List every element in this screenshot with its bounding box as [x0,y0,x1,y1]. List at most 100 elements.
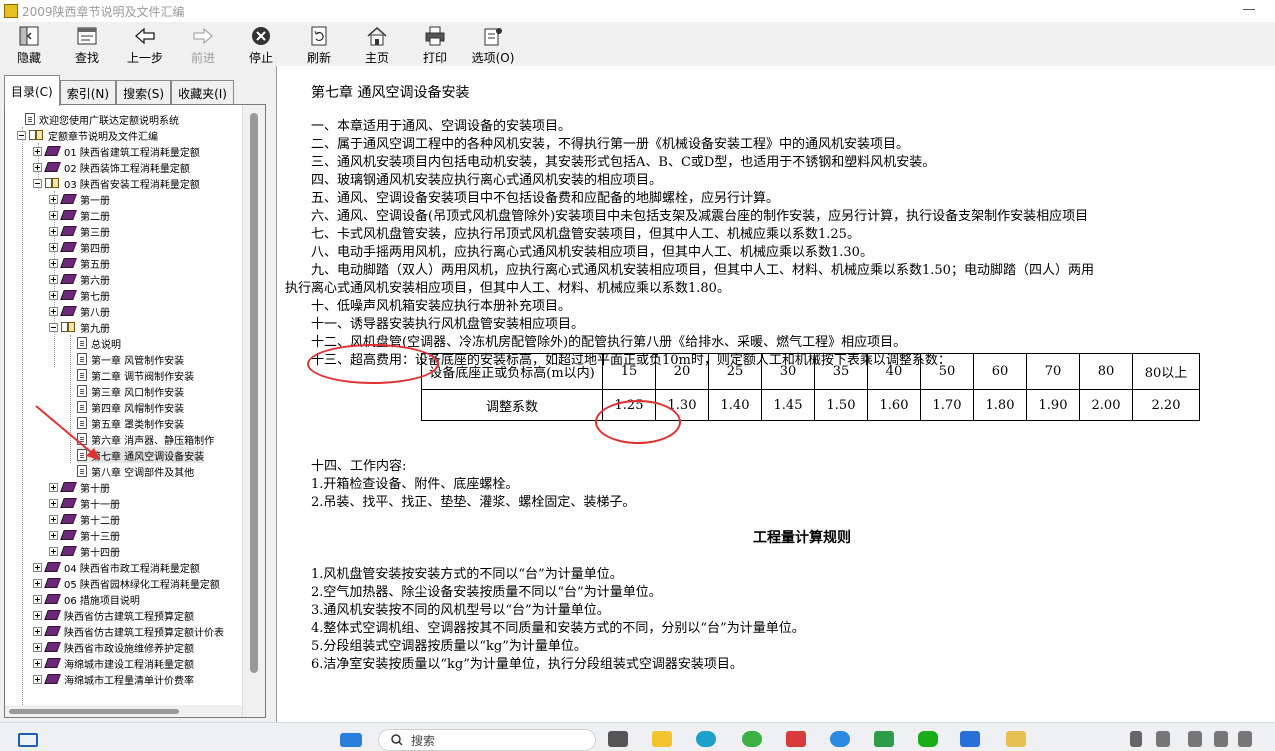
tree-item-volume-12[interactable]: 第十二册 [49,511,120,527]
tree-item-chapter-4[interactable]: 第四章 风帽制作安装 [77,399,184,415]
tree-item-welcome[interactable]: 欢迎您使用广联达定额说明系统 [25,111,179,127]
tree-item-sponge-city-rates[interactable]: 海绵城市工程量清单计价费率 [33,671,194,687]
app-icon[interactable] [830,731,850,747]
expand-icon[interactable] [33,610,42,620]
options-button[interactable]: 选项(O) [464,22,522,66]
wechat-icon[interactable] [918,731,938,747]
scroll-thumb[interactable] [9,709,179,714]
tree-item-root[interactable]: 定额章节说明及文件汇编 [17,127,158,143]
collapse-icon[interactable] [33,178,42,188]
tree-item-volume-10[interactable]: 第十册 [49,479,110,495]
expand-icon[interactable] [49,498,58,508]
tree-item-volume-9[interactable]: 第九册 [49,319,110,335]
expand-icon[interactable] [49,194,58,204]
back-button[interactable]: 上一步 [116,22,174,66]
widgets-icon[interactable] [18,733,38,747]
tree-item-06[interactable]: 06 措施项目说明 [33,591,140,607]
expand-icon[interactable] [33,146,42,156]
tree-item-chapter-1[interactable]: 第一章 风管制作安装 [77,351,184,367]
tree-item-antique-pricing[interactable]: 陕西省仿古建筑工程预算定额计价表 [33,623,224,639]
expand-icon[interactable] [33,162,42,172]
stop-button[interactable]: 停止 [232,22,290,66]
tree-item-volume-4[interactable]: 第四册 [49,239,110,255]
tree-item-volume-13[interactable]: 第十三册 [49,527,120,543]
minimize-button[interactable] [1243,9,1255,10]
tree-item-sponge-city[interactable]: 海绵城市建设工程消耗量定额 [33,655,194,671]
hide-button[interactable]: 隐藏 [0,22,58,66]
tree-item-volume-14[interactable]: 第十四册 [49,543,120,559]
clause-12: 十二、风机盘管(空调器、冷冻机房配管除外)的配管执行第八册《给排水、采暖、燃气工… [311,335,907,350]
expand-icon[interactable] [49,514,58,524]
tree-item-volume-1[interactable]: 第一册 [49,191,110,207]
print-button[interactable]: 打印 [406,22,464,66]
tree-item-02[interactable]: 02 陕西装饰工程消耗量定额 [33,159,190,175]
tree-item-volume-11[interactable]: 第十一册 [49,495,120,511]
app-icon[interactable] [874,731,894,747]
tree-item-volume-6[interactable]: 第六册 [49,271,110,287]
expand-icon[interactable] [49,242,58,252]
tree-item-03[interactable]: 03 陕西省安装工程消耗量定额 [33,175,200,191]
tree-item-chapter-6[interactable]: 第六章 消声器、静压箱制作 [77,431,214,447]
collapse-icon[interactable] [17,130,26,140]
scroll-thumb[interactable] [250,113,258,673]
tree-item-volume-3[interactable]: 第三册 [49,223,110,239]
start-icon[interactable] [340,733,362,747]
expand-icon[interactable] [33,578,42,588]
tab-index[interactable]: 索引(N) [59,80,117,105]
expand-icon[interactable] [49,530,58,540]
tree-item-chapter-5[interactable]: 第五章 罩类制作安装 [77,415,184,431]
tree-item-label: 陕西省仿古建筑工程预算定额 [64,611,194,623]
tree-item-01[interactable]: 01 陕西省建筑工程消耗量定额 [33,143,200,159]
tree-item-municipal-maintenance[interactable]: 陕西省市政设施维修养护定额 [33,639,194,655]
expand-icon[interactable] [49,258,58,268]
tree-item-chapter-3[interactable]: 第三章 风口制作安装 [77,383,184,399]
refresh-button[interactable]: 刷新 [290,22,348,66]
expand-icon[interactable] [33,626,42,636]
expand-icon[interactable] [33,674,42,684]
file-explorer-icon[interactable] [652,731,672,747]
tree-item-chapter-8[interactable]: 第八章 空调部件及其他 [77,463,194,479]
tray-icon[interactable] [1156,731,1170,747]
expand-icon[interactable] [49,274,58,284]
horizontal-scrollbar[interactable] [5,705,243,717]
tree-item-volume-7[interactable]: 第七册 [49,287,110,303]
collapse-icon[interactable] [49,322,58,332]
expand-icon[interactable] [49,482,58,492]
expand-icon[interactable] [49,306,58,316]
tab-contents[interactable]: 目录(C) [4,75,60,106]
tab-favorites[interactable]: 收藏夹(I) [171,80,234,105]
tab-search[interactable]: 搜索(S) [116,80,172,105]
battery-icon[interactable] [1238,731,1252,747]
tree-item-volume-8[interactable]: 第八册 [49,303,110,319]
task-view-icon[interactable] [608,731,628,747]
tree-item-volume-5[interactable]: 第五册 [49,255,110,271]
tree-item-volume-2[interactable]: 第二册 [49,207,110,223]
expand-icon[interactable] [33,594,42,604]
find-button[interactable]: 查找 [58,22,116,66]
expand-icon[interactable] [49,546,58,556]
expand-icon[interactable] [33,562,42,572]
help-app-icon[interactable] [1006,731,1026,747]
app-icon[interactable] [960,731,980,747]
home-button[interactable]: 主页 [348,22,406,66]
expand-icon[interactable] [49,210,58,220]
tree-item-04[interactable]: 04 陕西省市政工程消耗量定额 [33,559,200,575]
volume-icon[interactable] [1214,731,1228,747]
browser-icon[interactable] [742,731,762,747]
tree-item-chapter-7-selected[interactable]: 第七章 通风空调设备安装 [77,447,205,463]
tray-chevron-icon[interactable] [1130,731,1142,747]
tree-item-chapter-2[interactable]: 第二章 调节阀制作安装 [77,367,194,383]
expand-icon[interactable] [33,642,42,652]
wifi-icon[interactable] [1188,731,1202,747]
wps-icon[interactable] [786,731,806,747]
forward-button[interactable]: 前进 [174,22,232,66]
tree-item-general[interactable]: 总说明 [77,335,121,351]
edge-icon[interactable] [696,731,716,747]
expand-icon[interactable] [33,658,42,668]
tree-item-05[interactable]: 05 陕西省园林绿化工程消耗量定额 [33,575,220,591]
taskbar-search[interactable]: 搜索 [378,729,596,751]
tree-item-antique-building[interactable]: 陕西省仿古建筑工程预算定额 [33,607,194,623]
expand-icon[interactable] [49,290,58,300]
vertical-scrollbar[interactable] [242,105,265,717]
expand-icon[interactable] [49,226,58,236]
